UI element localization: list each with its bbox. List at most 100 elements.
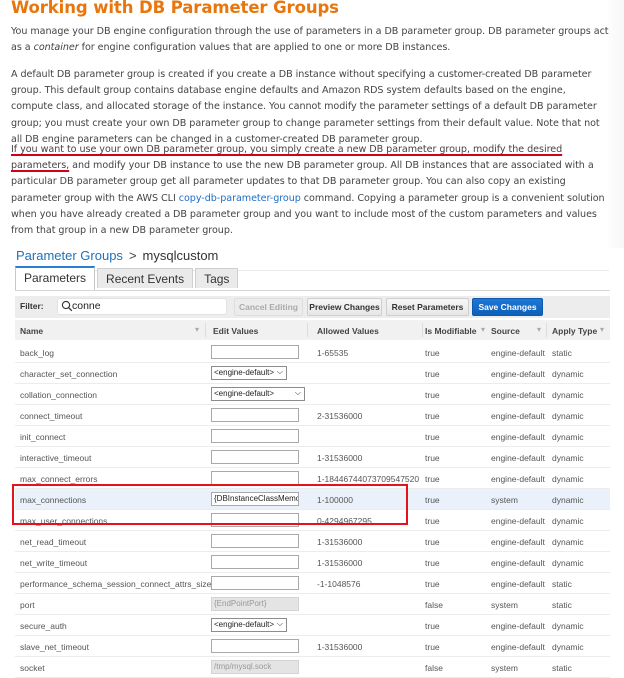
select-value: <engine-default> [214,368,275,377]
allowed-values: 1-100000 [317,495,353,505]
edit-value-input[interactable] [211,555,299,569]
column-header-apply-type[interactable]: Apply Type [552,326,597,336]
source: engine-default [491,642,545,652]
chevron-down-icon: ⌵ [294,388,301,397]
edit-value-input[interactable]: {DBInstanceClassMemory/12582880} [211,492,299,506]
table-row: net_write_timeout 1-31536000 true engine-de… [15,552,610,573]
source: engine-default [491,516,545,526]
is-modifiable: true [425,621,440,631]
sort-caret-icon[interactable]: ▾ [481,325,485,334]
edit-value-input: {EndPointPort} [211,597,299,611]
intro-emphasis: container [33,42,79,54]
apply-type: dynamic [552,516,584,526]
allowed-values: -1-1048576 [317,579,361,589]
page-edge [608,0,624,248]
is-modifiable: true [425,642,440,652]
edit-value-input[interactable] [211,513,299,527]
save-changes-button[interactable]: Save Changes [472,298,543,316]
filter-value: conne [72,300,101,312]
sort-caret-icon[interactable]: ▾ [537,325,541,334]
default-group-paragraph: A default DB parameter group is created … [11,69,600,145]
copy-db-parameter-group-link[interactable]: copy-db-parameter-group [179,193,301,204]
source: system [491,495,518,505]
apply-type: static [552,579,572,589]
table-row: max_connections {DBInstanceClassMemory/12… [15,489,610,510]
edit-value-select[interactable]: <engine-default> ⌵ [211,618,287,632]
column-header-name[interactable]: Name [20,326,43,336]
is-modifiable: true [425,516,440,526]
source: engine-default [491,453,545,463]
sort-caret-icon[interactable]: ▾ [195,325,199,334]
parameter-name: init_connect [20,432,66,442]
reset-parameters-button[interactable]: Reset Parameters [386,298,469,316]
edit-value-input[interactable] [211,408,299,422]
edit-value-select[interactable]: <engine-default> ⌵ [211,387,305,401]
source: engine-default [491,369,545,379]
is-modifiable: true [425,537,440,547]
edit-value-input[interactable] [211,534,299,548]
parameter-name: performance_schema_session_connect_attrs… [20,579,212,589]
apply-type: dynamic [552,537,584,547]
is-modifiable: false [425,663,443,673]
cancel-editing-button[interactable]: Cancel Editing [234,298,303,316]
column-header-allowed-values: Allowed Values [317,326,379,336]
table-row: net_read_timeout 1-31536000 true engine-def… [15,531,610,552]
edit-value-input[interactable] [211,345,299,359]
allowed-values: 1-31536000 [317,453,363,463]
apply-type: dynamic [552,621,584,631]
tab-parameters[interactable]: Parameters [15,266,96,290]
source: engine-default [491,537,545,547]
column-divider [307,323,308,337]
source: engine-default [491,348,545,358]
is-modifiable: true [425,453,440,463]
parameter-name: max_user_connections [20,516,108,526]
edit-value-select[interactable]: <engine-default> ⌵ [211,366,287,380]
edit-value-input[interactable] [211,471,299,485]
allowed-values: 1-31536000 [317,558,363,568]
allowed-values: 1-31536000 [317,537,363,547]
table-row: port {EndPointPort} false system static [15,594,610,615]
parameter-name: port [20,600,35,610]
tab-recent-events[interactable]: Recent Events [97,268,194,288]
table-row: slave_net_timeout 1-31536000 true engine-de… [15,636,610,657]
apply-type: static [552,348,572,358]
edit-value-input[interactable] [211,429,299,443]
is-modifiable: true [425,495,440,505]
chevron-down-icon: ⌵ [276,367,283,376]
filter-label: Filter: [20,301,44,311]
table-row: init_connect true engine-default dynamic [15,426,610,447]
allowed-values: 1-31536000 [317,642,363,652]
breadcrumb: Parameter Groups > mysqlcustom [16,248,218,263]
apply-type: dynamic [552,411,584,421]
parameter-name: max_connections [20,495,87,505]
source: system [491,600,518,610]
edit-value-input[interactable] [211,576,299,590]
table-header: Name ▾ Edit Values Allowed Values Is Mod… [15,320,610,340]
table-row: character_set_connection <engine-default>… [15,363,610,384]
breadcrumb-current: mysqlcustom [142,248,219,263]
column-header-source[interactable]: Source [491,326,520,336]
parameter-name: interactive_timeout [20,453,92,463]
chevron-down-icon: ⌵ [276,619,283,628]
apply-type: dynamic [552,453,584,463]
sort-caret-icon[interactable]: ▾ [600,325,604,334]
preview-changes-button[interactable]: Preview Changes [307,298,382,316]
parameter-name: net_read_timeout [20,537,87,547]
edit-value-input[interactable] [211,639,299,653]
edit-value-input[interactable] [211,450,299,464]
edit-value-input: /tmp/mysql.sock [211,660,299,674]
tab-tags[interactable]: Tags [195,268,239,288]
filter-input[interactable]: conne ✕ [57,298,257,315]
column-divider [546,323,547,337]
source: engine-default [491,474,545,484]
parameter-name: secure_auth [20,621,67,631]
column-divider [205,323,206,337]
parameter-name: connect_timeout [20,411,83,421]
breadcrumb-parameter-groups[interactable]: Parameter Groups [16,248,123,263]
table-row: interactive_timeout 1-31536000 true engine-… [15,447,610,468]
source: engine-default [491,558,545,568]
table-row: back_log 1-65535 true engine-default static [15,342,610,363]
column-header-is-modifiable[interactable]: Is Modifiable [425,326,476,336]
column-header-edit-values: Edit Values [213,326,259,336]
allowed-values: 1-18446744073709547520 [317,474,420,484]
